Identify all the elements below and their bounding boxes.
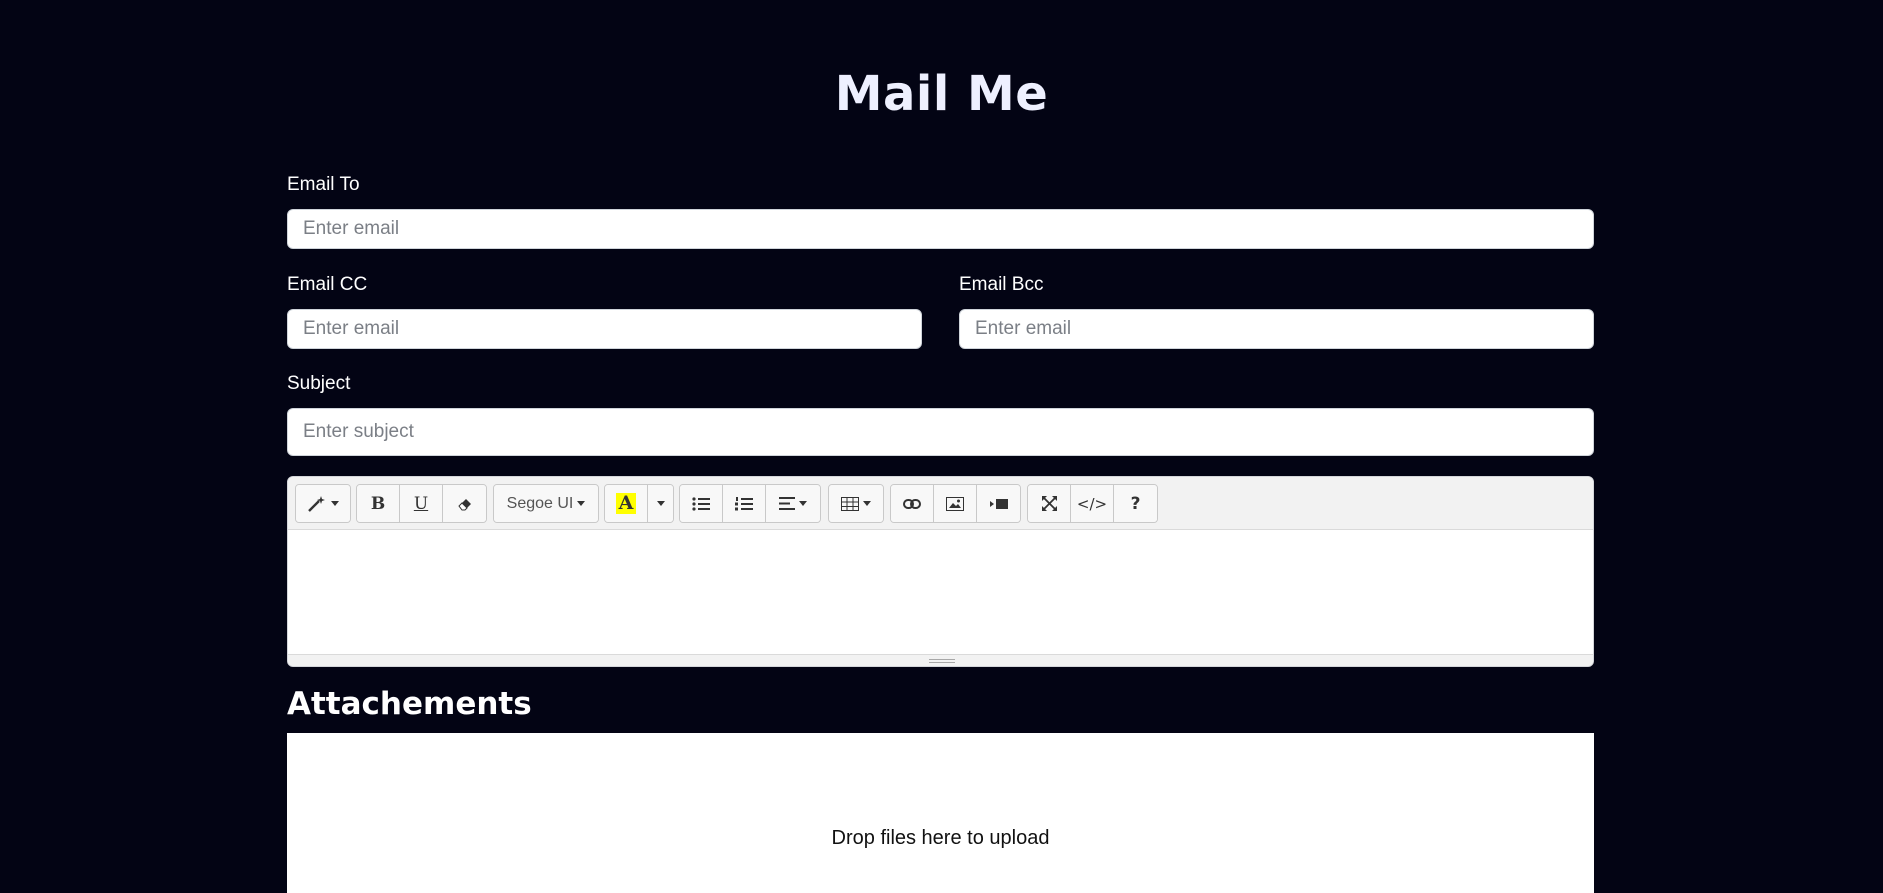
dropzone-message: Drop files here to upload — [831, 827, 1050, 849]
ordered-list-button[interactable] — [723, 485, 766, 522]
editor-toolbar: B U Segoe UI A </> ? — [288, 477, 1593, 530]
email-to-field[interactable] — [287, 209, 1594, 249]
editor-resize-handle[interactable] — [288, 654, 1593, 666]
caret-icon — [863, 501, 871, 506]
attachments-heading: Attachements — [287, 686, 532, 722]
caret-icon — [799, 501, 807, 506]
video-button[interactable] — [977, 485, 1020, 522]
font-name-label: Segoe UI — [506, 494, 574, 512]
fullscreen-button[interactable] — [1028, 485, 1071, 522]
unordered-list-icon — [692, 496, 710, 511]
editor-content-area[interactable] — [288, 530, 1593, 656]
resize-grip-icon — [929, 659, 955, 663]
style-group — [295, 484, 351, 523]
paragraph-align-icon — [779, 497, 795, 510]
underline-button[interactable]: U — [400, 485, 443, 522]
email-bcc-field[interactable] — [959, 309, 1594, 349]
caret-icon — [656, 501, 665, 506]
email-cc-field[interactable] — [287, 309, 922, 349]
font-name-group: Segoe UI — [493, 484, 599, 523]
email-to-label: Email To — [287, 174, 360, 195]
table-dropdown-button[interactable] — [829, 485, 883, 522]
email-cc-label: Email CC — [287, 274, 368, 295]
highlight-letter: A — [615, 493, 637, 514]
fullscreen-icon — [1041, 496, 1057, 511]
ordered-list-icon — [735, 496, 753, 511]
insert-group — [890, 484, 1021, 523]
code-view-button[interactable]: </> — [1071, 485, 1114, 522]
video-icon — [989, 498, 1008, 510]
link-button[interactable] — [891, 485, 934, 522]
subject-field[interactable] — [287, 408, 1594, 456]
caret-icon — [331, 501, 339, 506]
subject-label: Subject — [287, 373, 351, 394]
style-dropdown-button[interactable] — [296, 485, 350, 522]
file-dropzone[interactable]: Drop files here to upload — [287, 733, 1594, 893]
caret-icon — [577, 501, 586, 506]
email-bcc-label: Email Bcc — [959, 274, 1044, 295]
color-button[interactable]: A — [605, 485, 648, 522]
color-dropdown-button[interactable] — [648, 485, 673, 522]
font-name-dropdown[interactable]: Segoe UI — [494, 485, 598, 522]
help-button[interactable]: ? — [1114, 485, 1157, 522]
code-view-icon: </> — [1076, 494, 1108, 513]
table-icon — [841, 496, 859, 511]
page-title: Mail Me — [834, 66, 1049, 122]
help-icon: ? — [1130, 493, 1141, 514]
bold-button[interactable]: B — [357, 485, 400, 522]
link-icon — [903, 498, 921, 510]
picture-icon — [946, 496, 964, 511]
rich-text-editor: B U Segoe UI A </> ? — [287, 476, 1594, 667]
table-group — [828, 484, 884, 523]
font-style-group: B U — [356, 484, 487, 523]
view-group: </> ? — [1027, 484, 1158, 523]
paragraph-align-dropdown[interactable] — [766, 485, 820, 522]
eraser-icon — [457, 497, 472, 511]
magic-wand-icon — [307, 495, 327, 513]
color-group: A — [604, 484, 674, 523]
paragraph-group — [679, 484, 821, 523]
unordered-list-button[interactable] — [680, 485, 723, 522]
clear-format-button[interactable] — [443, 485, 486, 522]
picture-button[interactable] — [934, 485, 977, 522]
